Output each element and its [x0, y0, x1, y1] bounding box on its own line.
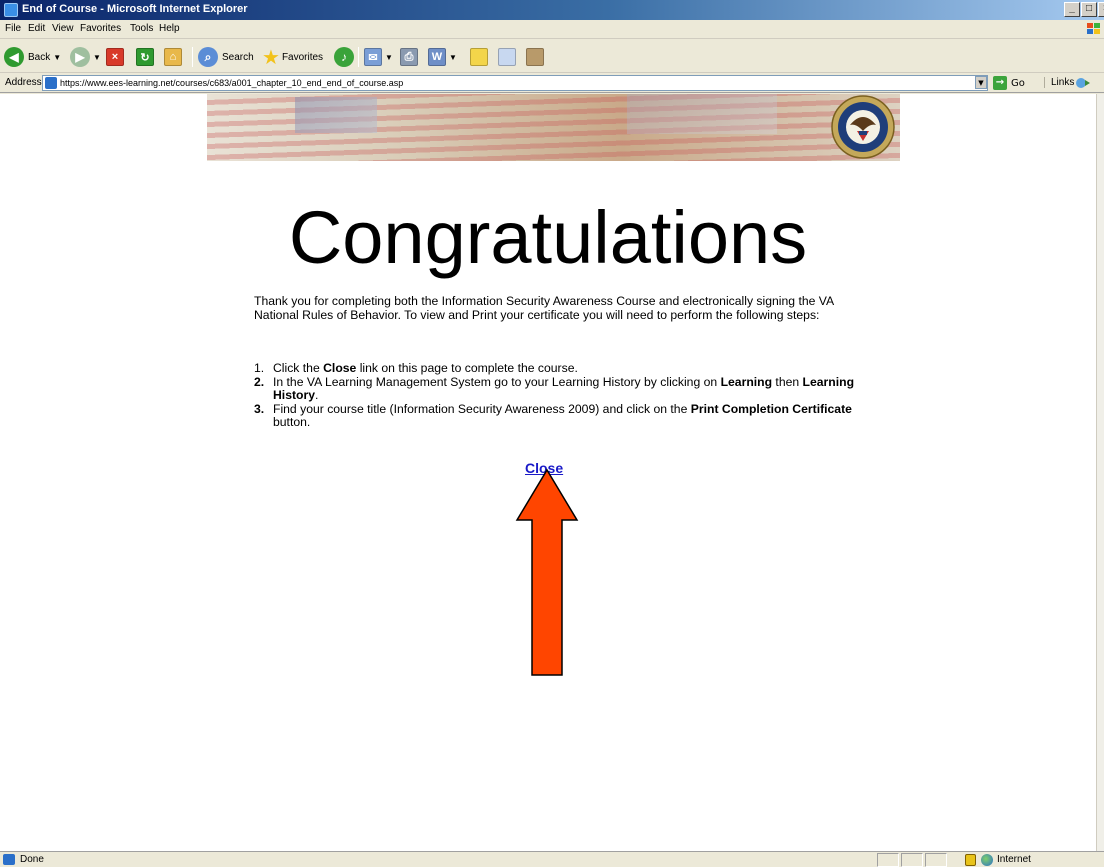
menu-help[interactable]: Help	[159, 23, 180, 34]
address-label: Address	[5, 77, 42, 88]
page-icon	[45, 77, 57, 89]
steps-list: 1. Click the Close link on this page to …	[254, 361, 854, 430]
word-icon: W	[428, 48, 446, 66]
edit-dropdown-icon[interactable]: ▼	[449, 53, 457, 62]
refresh-button[interactable]: ↻	[136, 45, 154, 69]
status-panel	[925, 853, 947, 867]
print-icon: ⎙	[400, 48, 418, 66]
mail-icon: ✉	[364, 48, 382, 66]
messenger-icon	[526, 48, 544, 66]
page-title: Congratulations	[288, 196, 808, 279]
menu-edit[interactable]: Edit	[28, 23, 45, 34]
address-url[interactable]: https://www.ees-learning.net/courses/c68…	[60, 78, 403, 88]
menu-file[interactable]: File	[5, 23, 21, 34]
page-status-icon	[3, 854, 15, 865]
vertical-scrollbar[interactable]	[1096, 94, 1104, 851]
links-button[interactable]: Links	[1044, 77, 1074, 88]
up-arrow-icon	[515, 468, 579, 676]
forward-button[interactable]: ▶ ▼	[70, 45, 101, 69]
back-arrow-icon: ◀	[4, 47, 24, 67]
secure-lock-icon[interactable]	[965, 854, 976, 866]
media-icon: ♪	[334, 47, 354, 67]
address-field[interactable]: https://www.ees-learning.net/courses/c68…	[42, 75, 988, 91]
minimize-button[interactable]: _	[1064, 2, 1080, 17]
refresh-icon: ↻	[136, 48, 154, 66]
mail-button[interactable]: ✉ ▼	[364, 45, 393, 69]
back-dropdown-icon[interactable]: ▼	[53, 53, 61, 62]
menu-tools[interactable]: Tools	[130, 23, 153, 34]
back-button[interactable]: ◀ Back ▼	[4, 45, 61, 69]
edit-word-button[interactable]: W ▼	[428, 45, 457, 69]
home-button[interactable]: ⌂	[164, 45, 182, 69]
links-extension-icon[interactable]	[1075, 76, 1091, 90]
status-panel	[901, 853, 923, 867]
internet-zone-icon	[981, 854, 993, 866]
step-bold-text: Close	[323, 361, 357, 375]
step-text: button.	[273, 415, 311, 429]
address-dropdown-icon[interactable]: ▼	[975, 76, 987, 89]
step-bold-text: Print Completion Certificate	[690, 401, 852, 416]
toolbar: ◀ Back ▼ ▶ ▼ × ↻ ⌂ ⌕ Search ★ Favorites …	[0, 40, 1104, 73]
menu-bar: File Edit View Favorites Tools Help	[0, 20, 1104, 39]
step-text: then	[772, 374, 803, 389]
step-text: .	[315, 388, 319, 402]
back-label: Back	[28, 51, 51, 63]
step-text: Click the	[273, 361, 324, 375]
step-item: 3. Find your course title (Information S…	[254, 401, 854, 430]
va-banner	[207, 94, 900, 161]
step-item: 1. Click the Close link on this page to …	[254, 361, 854, 376]
search-label: Search	[222, 51, 254, 63]
forward-arrow-icon: ▶	[70, 47, 90, 67]
toolbar-separator	[358, 47, 359, 67]
security-zone-label[interactable]: Internet	[997, 854, 1031, 865]
page-content: Congratulations Thank you for completing…	[0, 94, 1096, 851]
favorites-label: Favorites	[281, 51, 324, 63]
favorites-button[interactable]: ★ Favorites	[262, 45, 323, 69]
go-label: Go	[1011, 77, 1025, 89]
step-bold-text: Learning	[720, 374, 773, 389]
step-text: link on this page to complete the course…	[356, 361, 578, 375]
banner-flag-graphic	[295, 97, 377, 133]
mail-dropdown-icon[interactable]: ▼	[385, 53, 393, 62]
step-number: 1.	[254, 361, 265, 375]
step-number: 2.	[254, 374, 265, 389]
maximize-button[interactable]: □	[1081, 2, 1097, 17]
step-text: In the VA Learning Management System go …	[273, 374, 721, 389]
menu-favorites[interactable]: Favorites	[80, 23, 121, 34]
status-text: Done	[20, 854, 44, 865]
step-item: 2. In the VA Learning Management System …	[254, 374, 854, 403]
stop-icon: ×	[106, 48, 124, 66]
intro-paragraph: Thank you for completing both the Inform…	[254, 294, 834, 322]
print-button[interactable]: ⎙	[400, 45, 418, 69]
windows-logo-icon	[1087, 23, 1100, 34]
toolbar-separator	[192, 47, 193, 67]
search-button[interactable]: ⌕ Search	[198, 45, 254, 69]
favorites-star-icon: ★	[262, 46, 280, 69]
title-bar: End of Course - Microsoft Internet Explo…	[0, 0, 1104, 20]
search-icon: ⌕	[198, 47, 218, 67]
browser-window: End of Course - Microsoft Internet Explo…	[0, 0, 1104, 867]
close-window-button[interactable]: ×	[1098, 2, 1104, 17]
ie-app-icon[interactable]	[4, 3, 18, 17]
forward-dropdown-icon[interactable]: ▼	[93, 53, 101, 62]
stop-button[interactable]: ×	[106, 45, 124, 69]
research-button[interactable]	[498, 45, 516, 69]
go-arrow-icon: →	[993, 76, 1007, 90]
status-bar: Done Internet	[0, 851, 1104, 867]
banner-flag-graphic	[627, 94, 777, 134]
home-icon: ⌂	[164, 48, 182, 66]
media-button[interactable]: ♪	[334, 45, 354, 69]
messenger-button[interactable]	[526, 45, 544, 69]
step-number: 3.	[254, 401, 265, 416]
va-seal-icon	[831, 95, 895, 159]
go-button[interactable]: → Go	[993, 76, 1025, 90]
note-icon	[470, 48, 488, 66]
document-icon	[498, 48, 516, 66]
address-bar: Address https://www.ees-learning.net/cou…	[0, 74, 1104, 93]
menu-view[interactable]: View	[52, 23, 74, 34]
step-text: Find your course title (Information Secu…	[273, 401, 691, 416]
status-panel	[877, 853, 899, 867]
discuss-button[interactable]	[470, 45, 488, 69]
window-title: End of Course - Microsoft Internet Explo…	[22, 3, 248, 15]
